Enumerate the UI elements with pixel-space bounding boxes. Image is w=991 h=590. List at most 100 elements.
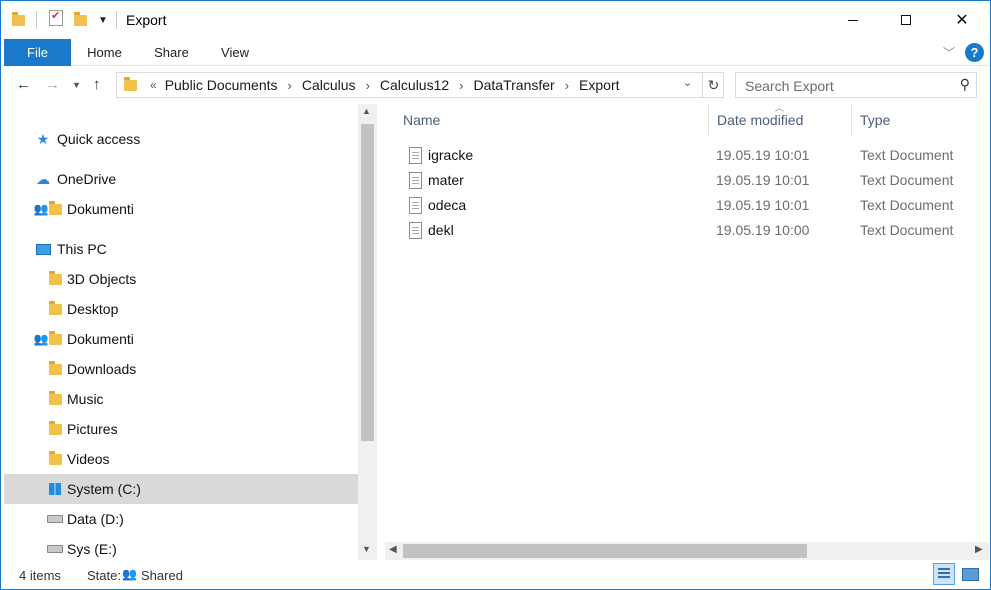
file-row[interactable]: dekl 19.05.19 10:00 Text Document (385, 218, 989, 243)
nav-label: OneDrive (57, 171, 117, 187)
nav-this-pc[interactable]: This PC (4, 234, 358, 264)
file-name: odeca (428, 197, 467, 213)
address-bar[interactable]: « Public Documents › Calculus › Calculus… (116, 72, 724, 98)
minimize-button[interactable] (825, 1, 881, 39)
nav-dokumenti-shared[interactable]: 👥 Dokumenti (4, 194, 358, 224)
file-row[interactable]: igracke 19.05.19 10:01 Text Document (385, 143, 989, 168)
nav-data-d[interactable]: Data (D:) (4, 504, 358, 534)
nav-system-c[interactable]: System (C:) (4, 474, 358, 504)
content-horizontal-scrollbar[interactable]: ◀ ▶ (385, 542, 989, 560)
nav-downloads[interactable]: Downloads (4, 354, 358, 384)
nav-quick-access[interactable]: ★ Quick access (4, 124, 358, 154)
breadcrumb-separator-icon[interactable]: › (288, 78, 292, 93)
window-title: Export (126, 12, 167, 28)
explorer-window: ▼ Export ✕ File Home Share View ﹀ ? ← → … (0, 0, 991, 590)
back-arrow-icon[interactable]: ← (16, 76, 31, 93)
text-file-icon (409, 197, 422, 214)
address-history-dropdown-icon[interactable]: ⌄ (683, 76, 692, 89)
nav-music[interactable]: Music (4, 384, 358, 414)
folder-icon (47, 300, 63, 317)
file-type: Text Document (860, 172, 954, 188)
recent-locations-icon[interactable]: ▼ (72, 80, 81, 90)
nav-label: Videos (67, 451, 110, 467)
new-folder-icon[interactable] (74, 10, 87, 30)
nav-dokumenti[interactable]: 👥 Dokumenti (4, 324, 358, 354)
nav-vertical-scrollbar[interactable]: ▲ ▼ (358, 104, 377, 560)
search-input[interactable]: Search Export ⚲ (735, 72, 977, 98)
drive-icon (47, 541, 63, 557)
scrollbar-thumb[interactable] (361, 124, 374, 441)
tab-home[interactable]: Home (77, 39, 132, 66)
file-type: Text Document (860, 222, 954, 238)
breadcrumb-datatransfer[interactable]: DataTransfer (474, 77, 555, 93)
pc-icon (35, 241, 51, 257)
breadcrumb-calculus12[interactable]: Calculus12 (380, 77, 449, 93)
scroll-left-icon[interactable]: ◀ (389, 544, 397, 555)
column-header-name[interactable]: Name (403, 112, 440, 128)
text-file-icon (409, 222, 422, 239)
file-type: Text Document (860, 147, 954, 163)
maximize-button[interactable] (878, 1, 934, 39)
scroll-right-icon[interactable]: ▶ (975, 544, 983, 555)
windows-drive-icon (47, 481, 63, 497)
expand-ribbon-icon[interactable]: ﹀ (943, 44, 955, 61)
nav-sys-e[interactable]: Sys (E:) (4, 534, 358, 564)
shared-folder-icon (47, 200, 63, 217)
nav-label: Dokumenti (67, 201, 134, 217)
search-icon[interactable]: ⚲ (960, 76, 970, 93)
tab-share[interactable]: Share (143, 39, 200, 66)
folder-icon (12, 10, 25, 30)
scroll-down-icon[interactable]: ▼ (362, 544, 371, 554)
file-name: igracke (428, 147, 474, 163)
up-arrow-icon[interactable]: ↑ (93, 76, 101, 93)
file-type: Text Document (860, 197, 954, 213)
customize-dropdown-icon[interactable]: ▼ (98, 10, 108, 30)
refresh-icon[interactable]: ↻ (702, 73, 724, 97)
nav-label: Quick access (57, 131, 141, 147)
breadcrumb-calculus[interactable]: Calculus (302, 77, 356, 93)
tab-view[interactable]: View (211, 39, 259, 66)
column-divider[interactable] (708, 104, 709, 136)
nav-desktop[interactable]: Desktop (4, 294, 358, 324)
nav-label: 3D Objects (67, 271, 137, 287)
nav-label: Dokumenti (67, 331, 134, 347)
help-icon[interactable]: ? (965, 43, 984, 62)
breadcrumb-export[interactable]: Export (579, 77, 619, 93)
close-button[interactable]: ✕ (934, 1, 990, 39)
overflow-chevron-icon[interactable]: « (150, 78, 157, 92)
shared-users-icon: 👥 (122, 567, 137, 581)
folder-icon (47, 270, 63, 287)
tab-file[interactable]: File (4, 39, 71, 66)
nav-videos[interactable]: Videos (4, 444, 358, 474)
properties-icon[interactable] (49, 9, 63, 26)
column-divider[interactable] (851, 104, 852, 136)
nav-3d-objects[interactable]: 3D Objects (4, 264, 358, 294)
breadcrumb-separator-icon[interactable]: › (459, 78, 463, 93)
details-view-icon[interactable] (933, 563, 955, 585)
scrollbar-thumb[interactable] (403, 544, 807, 558)
address-row: ← → ▼ ↑ « Public Documents › Calculus › … (1, 67, 990, 103)
state-label: State: (87, 568, 121, 583)
navigation-pane: ★ Quick access ☁ OneDrive 👥 Dokumenti Th… (4, 104, 358, 560)
nav-label: Sys (E:) (67, 541, 117, 557)
large-icons-view-icon[interactable] (959, 563, 981, 585)
file-name: dekl (428, 222, 454, 238)
forward-arrow-icon[interactable]: → (45, 76, 60, 93)
text-file-icon (409, 147, 422, 164)
file-row[interactable]: odeca 19.05.19 10:01 Text Document (385, 193, 989, 218)
column-header-type[interactable]: Type (860, 112, 890, 128)
nav-pictures[interactable]: Pictures (4, 414, 358, 444)
file-row[interactable]: mater 19.05.19 10:01 Text Document (385, 168, 989, 193)
breadcrumb-separator-icon[interactable]: › (565, 78, 569, 93)
breadcrumb-separator-icon[interactable]: › (366, 78, 370, 93)
breadcrumb-public-documents[interactable]: Public Documents (165, 77, 278, 93)
item-count: 4 items (19, 568, 61, 583)
nav-label: System (C:) (67, 481, 141, 497)
status-bar: 4 items State: 👥 Shared (1, 561, 990, 589)
nav-onedrive[interactable]: ☁ OneDrive (4, 164, 358, 194)
scroll-up-icon[interactable]: ▲ (362, 106, 371, 116)
file-list: ︿ Name Date modified Type igracke 19.05.… (385, 103, 989, 560)
column-header-date[interactable]: Date modified (717, 112, 803, 128)
drive-icon (47, 511, 63, 527)
nav-label: This PC (57, 241, 107, 257)
